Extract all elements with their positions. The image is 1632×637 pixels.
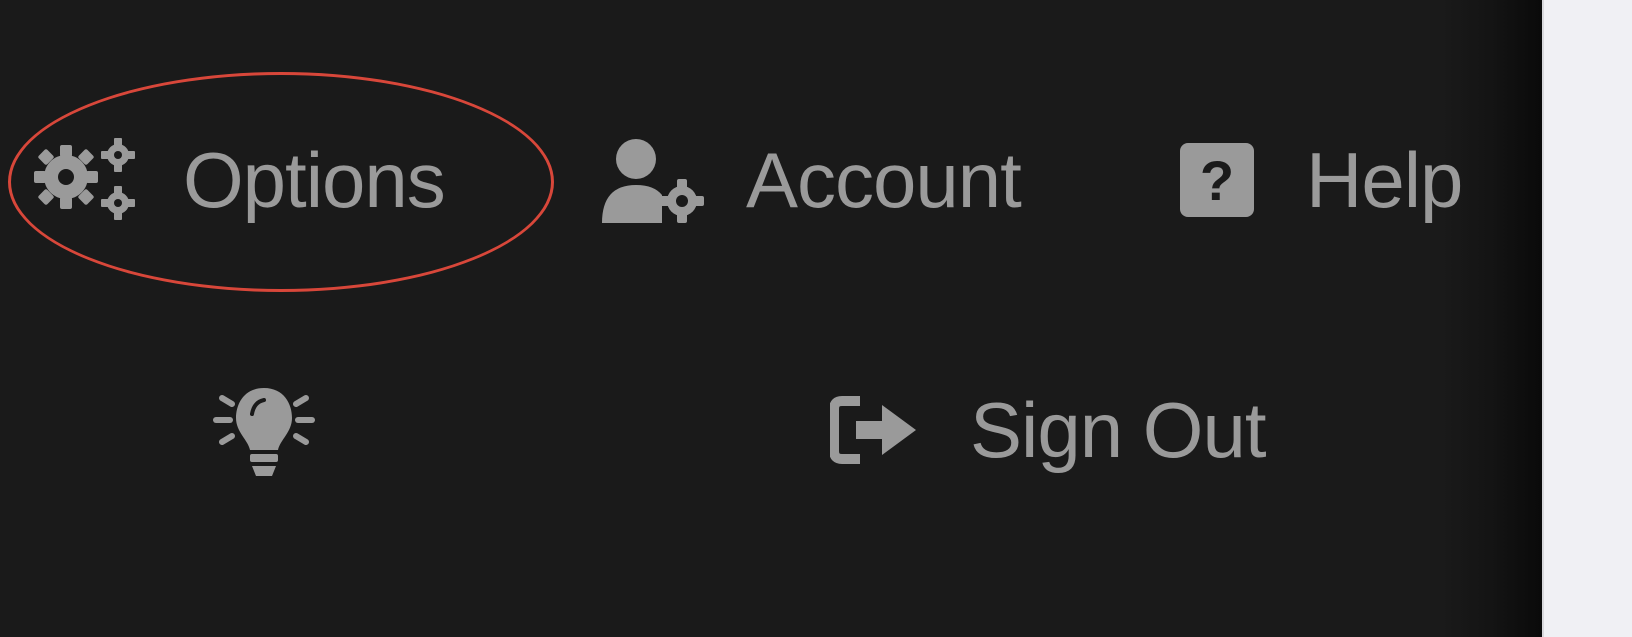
question-square-icon: ? [1178,141,1256,219]
menu-item-label: Account [746,135,1022,224]
menu-item-label: Options [183,135,446,224]
menu-item-account[interactable]: Account [598,130,1022,230]
content-edge [1542,0,1632,637]
menu-item-help[interactable]: ? Help [1178,130,1463,230]
menu-item-signout[interactable]: Sign Out [830,380,1267,480]
svg-text:?: ? [1200,149,1234,212]
sign-out-icon [830,395,920,465]
lightbulb-icon [208,384,320,480]
menu-item-label: Help [1306,135,1463,224]
user-gear-icon [598,135,708,225]
menu-panel: Options Account ? Help Sign Out [0,0,1542,637]
gears-icon [28,135,138,225]
menu-item-label: Sign Out [970,385,1267,474]
menu-item-theme[interactable] [208,382,320,482]
menu-item-options[interactable]: Options [28,130,446,230]
